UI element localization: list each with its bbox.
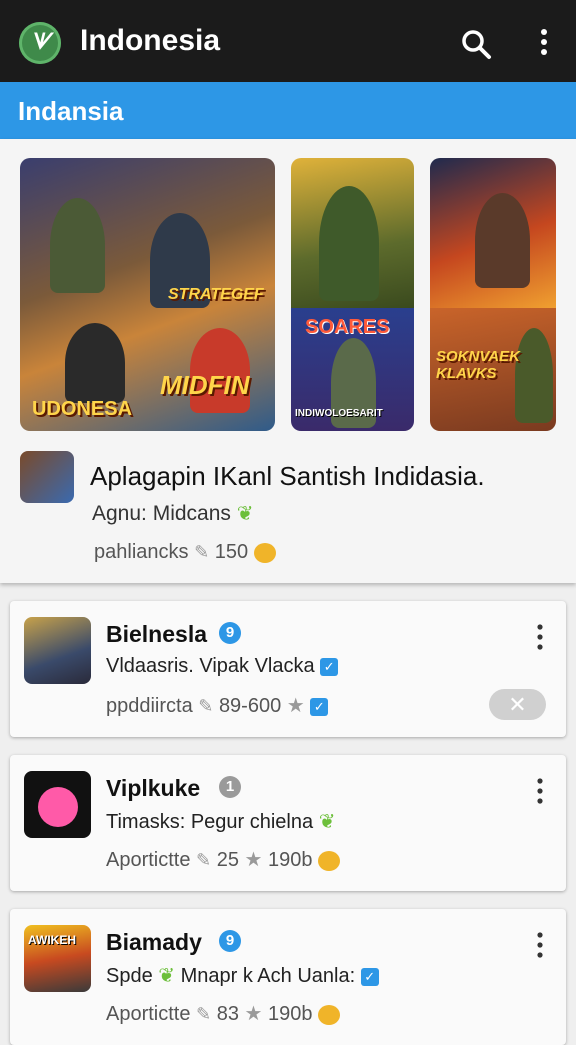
meta-label: pahliancks: [94, 541, 189, 563]
item-title[interactable]: Bielnesla: [106, 621, 207, 648]
item-meta: Aportictte ✎ 83 ★ 190b: [106, 1001, 341, 1026]
banner-label: MIDFIN: [160, 370, 250, 400]
soldier-figure: [50, 198, 105, 293]
app-icon[interactable]: [24, 771, 91, 838]
soldier-figure: [319, 186, 379, 301]
featured-banner-third[interactable]: SOKNVAEK KLAVKS: [430, 158, 556, 431]
app-icon[interactable]: [24, 617, 91, 684]
featured-subtitle-text: Agnu: Midcans: [92, 502, 231, 525]
more-vert-icon[interactable]: [532, 931, 548, 961]
badge-icon: 9: [219, 622, 241, 644]
meta-label: Aportictte: [106, 849, 191, 871]
pencil-icon: ✎: [196, 850, 212, 870]
coin-icon: [318, 1004, 341, 1025]
meta-label: Aportictte: [106, 1003, 191, 1025]
star-icon: ★: [244, 1003, 263, 1025]
banner-label: SOARES: [305, 316, 390, 338]
section-header: Indansia: [0, 82, 576, 139]
coin-icon: [318, 850, 341, 871]
featured-banner-main[interactable]: STRATEGEF MIDFIN UDONESA: [20, 158, 275, 431]
verified-icon: ✓: [320, 657, 339, 676]
soldier-figure: [65, 323, 125, 403]
banner-label: SOKNVAEK KLAVKS: [436, 348, 520, 382]
badge-icon: 9: [219, 930, 241, 952]
featured-meta: pahliancks ✎ 150: [94, 541, 276, 564]
dismiss-button[interactable]: ✕: [489, 689, 546, 720]
featured-card[interactable]: STRATEGEF MIDFIN UDONESA SOARES INDIWOLO…: [0, 139, 576, 583]
meta-value-2: 190b: [268, 849, 313, 871]
more-vert-icon[interactable]: [532, 623, 548, 653]
meta-value: 25: [216, 849, 239, 871]
search-icon[interactable]: [458, 26, 494, 62]
pencil-icon: ✎: [198, 696, 214, 716]
item-subtitle: Spde ❦ Mnapr k Ach Uanla: ✓: [106, 963, 379, 988]
banner-label: UDONESA: [32, 398, 133, 420]
item-meta: Aportictte ✎ 25 ★ 190b: [106, 847, 341, 872]
leaf-icon: ❦: [318, 811, 336, 833]
meta-label: ppddiircta: [106, 695, 193, 717]
leaf-icon: ❦: [158, 965, 176, 987]
meta-value: 89-600: [218, 695, 282, 717]
more-vert-icon[interactable]: [532, 777, 548, 807]
app-bar: ᗐ Indonesia: [0, 0, 576, 82]
section-title: Indansia: [18, 96, 124, 126]
verified-icon: ✓: [360, 967, 379, 986]
featured-title[interactable]: Aplagapin IKanl Santish Indidasia.: [90, 461, 485, 492]
item-title[interactable]: Biamady: [106, 929, 202, 956]
star-icon: ★: [286, 695, 305, 717]
item-title[interactable]: Viplkuke: [106, 775, 200, 802]
list-item[interactable]: Bielnesla 9 Vldaasris. Vipak Vlacka ✓ pp…: [10, 601, 566, 737]
warrior-figure: [475, 193, 530, 288]
meta-count: 150: [214, 541, 249, 563]
item-subtitle: Vldaasris. Vipak Vlacka ✓: [106, 655, 339, 678]
featured-banner-second[interactable]: SOARES INDIWOLOESARIT: [291, 158, 414, 431]
list-item[interactable]: Viplkuke 1 Timasks: Pegur chielna ❦ Apor…: [10, 755, 566, 891]
item-subtitle-text-2: Mnapr k Ach Uanla:: [180, 965, 356, 987]
banner-art-top: [430, 158, 556, 308]
item-subtitle-text: Timasks: Pegur chielna: [106, 811, 314, 833]
app-logo-icon[interactable]: ᗐ: [19, 22, 61, 64]
pencil-icon: ✎: [196, 1004, 212, 1024]
creature-figure: [38, 787, 78, 827]
badge-icon: 1: [219, 776, 241, 798]
app-title: Indonesia: [80, 24, 221, 57]
pencil-icon: ✎: [194, 542, 210, 562]
meta-value-2: 190b: [268, 1003, 313, 1025]
item-subtitle: Timasks: Pegur chielna ❦: [106, 809, 335, 834]
leaf-icon: ❦: [236, 503, 254, 525]
close-icon: ✕: [508, 692, 527, 717]
banner-label: INDIWOLOESARIT: [295, 408, 383, 419]
item-meta: ppddiircta ✎ 89-600 ★ ✓: [106, 693, 329, 718]
coin-icon: [253, 542, 276, 563]
item-subtitle-text: Vldaasris. Vipak Vlacka: [106, 655, 315, 677]
banner-art-top: [291, 158, 414, 308]
icon-label: AWIKEH: [28, 933, 76, 947]
verified-icon: ✓: [310, 697, 329, 716]
list-item[interactable]: AWIKEH Biamady 9 Spde ❦ Mnapr k Ach Uanl…: [10, 909, 566, 1045]
featured-app-icon[interactable]: [20, 451, 74, 503]
logo-glyph: ᗐ: [29, 29, 51, 54]
more-vert-icon[interactable]: [530, 26, 558, 62]
banner-label: STRATEGEF: [168, 286, 264, 303]
app-icon[interactable]: AWIKEH: [24, 925, 91, 992]
star-icon: ★: [244, 849, 263, 871]
item-subtitle-text: Spde: [106, 965, 153, 987]
featured-subtitle: Agnu: Midcans ❦: [92, 501, 254, 526]
meta-value: 83: [216, 1003, 239, 1025]
